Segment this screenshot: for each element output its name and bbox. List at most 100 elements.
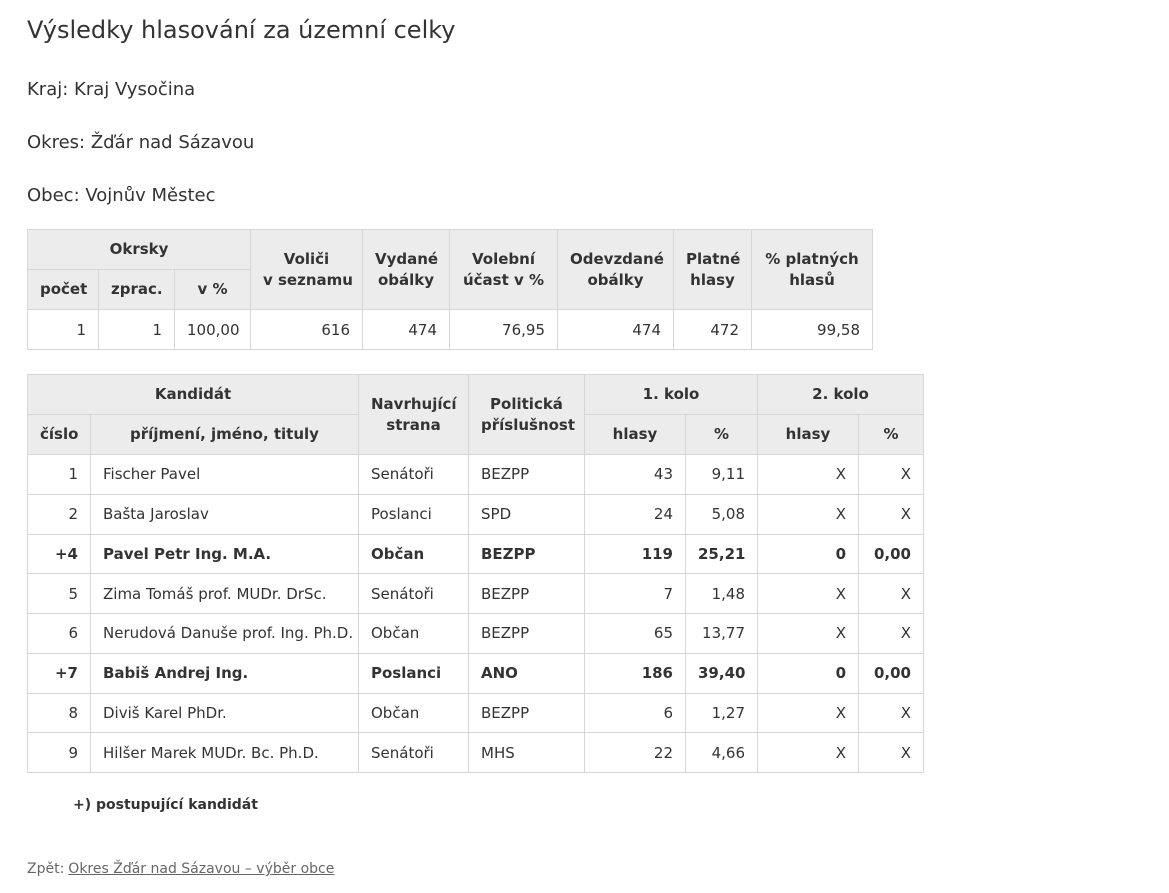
cell-procento-kolo-1: 4,66 — [685, 732, 758, 773]
cell-procento-kolo-2: X — [858, 732, 924, 773]
cell-politicka-prislusnost: BEZPP — [468, 692, 585, 734]
cell-platne-hlasy: 472 — [673, 309, 752, 350]
cell-procento-platnych: 99,58 — [751, 309, 873, 350]
header-platne-hlasy: Platné hlasy — [673, 229, 752, 310]
candidate-row: 9 Hilšer Marek MUDr. Bc. Ph.D. Senátoři MHS… — [27, 732, 924, 773]
cell-procento-kolo-1: 25,21 — [685, 533, 758, 575]
header-politicka-prislusnost: Politická příslušnost — [468, 374, 585, 455]
cell-cislo: 5 — [27, 573, 91, 614]
cell-navrhujici-strana: Občan — [358, 692, 469, 734]
cell-hlasy-kolo-1: 7 — [584, 573, 686, 614]
cell-navrhujici-strana: Senátoři — [358, 573, 469, 614]
cell-jmeno: Bašta Jaroslav — [90, 493, 359, 535]
candidate-row: 5 Zima Tomáš prof. MUDr. DrSc. Senátoři BEZ… — [27, 573, 924, 614]
cell-politicka-prislusnost: MHS — [468, 732, 585, 773]
cell-hlasy-kolo-2: X — [757, 454, 859, 495]
cell-hlasy-kolo-2: X — [757, 573, 859, 614]
header-procento-kolo-1: % — [685, 414, 758, 455]
cell-navrhujici-strana: Poslanci — [358, 493, 469, 535]
cell-odevzdane-obalky: 474 — [557, 309, 674, 350]
cell-procento-kolo-1: 5,08 — [685, 493, 758, 535]
cell-jmeno: Hilšer Marek MUDr. Bc. Ph.D. — [90, 732, 359, 773]
cell-hlasy-kolo-2: 0 — [757, 652, 859, 694]
header-navrhujici-strana: Navrhující strana — [358, 374, 469, 455]
cell-jmeno: Diviš Karel PhDr. — [90, 692, 359, 734]
cell-hlasy-kolo-1: 65 — [584, 613, 686, 654]
candidate-row: 6 Nerudová Danuše prof. Ing. Ph.D. Občan BE… — [27, 613, 924, 654]
cell-jmeno: Zima Tomáš prof. MUDr. DrSc. — [90, 573, 359, 614]
candidate-row: 8 Diviš Karel PhDr. Občan BEZPP 6 1,27 X X — [27, 692, 924, 734]
header-okrsky: Okrsky — [27, 229, 251, 270]
cell-procento-kolo-1: 13,77 — [685, 613, 758, 654]
cell-hlasy-kolo-1: 22 — [584, 732, 686, 773]
cell-hlasy-kolo-1: 24 — [584, 493, 686, 535]
cell-navrhujici-strana: Občan — [358, 533, 469, 575]
header-kolo-1: 1. kolo — [584, 374, 758, 415]
cell-politicka-prislusnost: BEZPP — [468, 613, 585, 654]
cell-hlasy-kolo-2: X — [757, 613, 859, 654]
municipality-heading: Obec: Vojnův Městec — [27, 185, 216, 206]
header-volebni-ucast: Volební účast v % — [449, 229, 558, 310]
cell-hlasy-kolo-2: X — [757, 493, 859, 535]
cell-hlasy-kolo-2: X — [757, 732, 859, 773]
advancing-candidate-note: +) postupující kandidát — [73, 797, 258, 813]
header-procento-platnych: % platných hlasů — [751, 229, 873, 310]
cell-jmeno: Nerudová Danuše prof. Ing. Ph.D. — [90, 613, 359, 654]
header-procento-kolo-2: % — [858, 414, 924, 455]
header-kolo-2: 2. kolo — [757, 374, 924, 415]
cell-politicka-prislusnost: BEZPP — [468, 454, 585, 495]
back-link[interactable]: Okres Žďár nad Sázavou – výběr obce — [68, 861, 334, 877]
header-odevzdane-obalky: Odevzdané obálky — [557, 229, 674, 310]
cell-procento-kolo-2: 0,00 — [858, 652, 924, 694]
cell-navrhujici-strana: Poslanci — [358, 652, 469, 694]
cell-politicka-prislusnost: ANO — [468, 652, 585, 694]
header-v-procentech: v % — [174, 269, 251, 310]
cell-hlasy-kolo-1: 186 — [584, 652, 686, 694]
cell-hlasy-kolo-1: 119 — [584, 533, 686, 575]
cell-v-procentech: 100,00 — [174, 309, 251, 350]
cell-procento-kolo-2: X — [858, 493, 924, 535]
header-vydane-obalky: Vydané obálky — [362, 229, 450, 310]
cell-cislo: +4 — [27, 533, 91, 575]
cell-zprac: 1 — [98, 309, 175, 350]
header-jmeno: příjmení, jméno, tituly — [90, 414, 359, 455]
cell-cislo: 6 — [27, 613, 91, 654]
header-kandidat: Kandidát — [27, 374, 359, 415]
cell-hlasy-kolo-2: X — [757, 692, 859, 734]
cell-hlasy-kolo-1: 6 — [584, 692, 686, 734]
back-navigation: Zpět: Okres Žďár nad Sázavou – výběr obce — [27, 861, 334, 877]
cell-procento-kolo-2: X — [858, 613, 924, 654]
cell-volici: 616 — [250, 309, 363, 350]
cell-cislo: +7 — [27, 652, 91, 694]
candidate-row: 1 Fischer Pavel Senátoři BEZPP 43 9,11 X X — [27, 454, 924, 495]
summary-row: 1 1 100,00 616 474 76,95 474 472 99,58 — [27, 309, 873, 350]
cell-navrhujici-strana: Senátoři — [358, 454, 469, 495]
cell-cislo: 9 — [27, 732, 91, 773]
cell-jmeno: Fischer Pavel — [90, 454, 359, 495]
cell-vydane-obalky: 474 — [362, 309, 450, 350]
back-label: Zpět: — [27, 861, 65, 877]
cell-procento-kolo-2: 0,00 — [858, 533, 924, 575]
cell-cislo: 8 — [27, 692, 91, 734]
page-title: Výsledky hlasování za územní celky — [27, 16, 456, 44]
header-cislo: číslo — [27, 414, 91, 455]
cell-politicka-prislusnost: BEZPP — [468, 573, 585, 614]
cell-politicka-prislusnost: SPD — [468, 493, 585, 535]
cell-procento-kolo-1: 39,40 — [685, 652, 758, 694]
cell-jmeno: Pavel Petr Ing. M.A. — [90, 533, 359, 575]
cell-navrhujici-strana: Senátoři — [358, 732, 469, 773]
cell-politicka-prislusnost: BEZPP — [468, 533, 585, 575]
cell-jmeno: Babiš Andrej Ing. — [90, 652, 359, 694]
header-zprac: zprac. — [98, 269, 175, 310]
cell-procento-kolo-2: X — [858, 692, 924, 734]
header-hlasy-kolo-2: hlasy — [757, 414, 859, 455]
cell-volebni-ucast: 76,95 — [449, 309, 558, 350]
cell-hlasy-kolo-2: 0 — [757, 533, 859, 575]
candidate-row: 2 Bašta Jaroslav Poslanci SPD 24 5,08 X X — [27, 493, 924, 535]
cell-procento-kolo-2: X — [858, 454, 924, 495]
cell-cislo: 1 — [27, 454, 91, 495]
candidates-table: Kandidát Navrhující strana Politická přísl… — [27, 374, 924, 773]
header-pocet: počet — [27, 269, 99, 310]
candidate-row: +7 Babiš Andrej Ing. Poslanci ANO 186 39,40 0 0… — [27, 652, 924, 694]
header-hlasy-kolo-1: hlasy — [584, 414, 686, 455]
